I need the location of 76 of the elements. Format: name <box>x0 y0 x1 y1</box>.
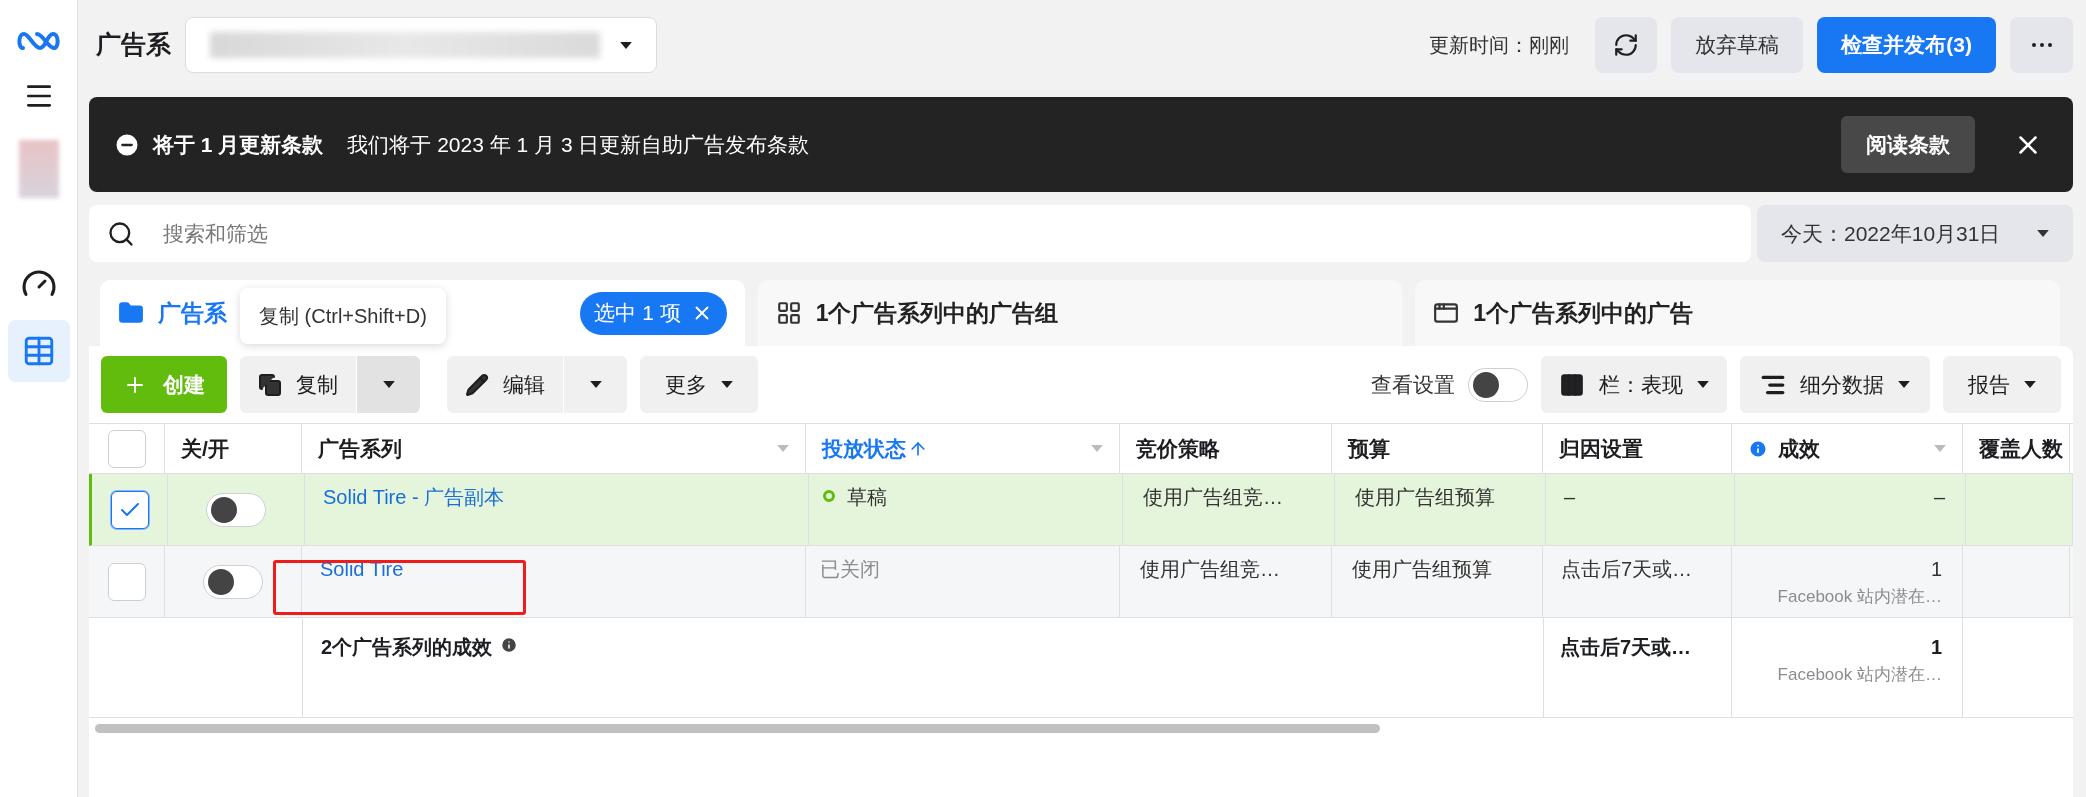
selected-count-badge[interactable]: 选中 1 项 <box>580 291 727 335</box>
column-header[interactable]: 竞价策略 <box>1120 424 1332 473</box>
edit-button[interactable]: 编辑 <box>447 356 564 413</box>
column-header[interactable]: 预算 <box>1332 424 1543 473</box>
tab[interactable]: 1个广告系列中的广告组 <box>757 280 1403 346</box>
caret-icon <box>382 381 395 388</box>
columns-icon <box>1559 371 1585 398</box>
toggle-switch[interactable] <box>1468 367 1528 402</box>
logo-icon <box>16 30 61 52</box>
summary-cell: 点击后7天或… <box>1560 636 1692 658</box>
campaign-link[interactable]: Solid Tire - 广告副本 <box>323 486 505 508</box>
table-cell-text: – <box>1933 485 1945 510</box>
table-cell: – <box>1564 486 1576 508</box>
status-text: 草稿 <box>847 485 887 510</box>
column-header[interactable]: 投放状态 <box>806 424 1120 473</box>
refresh-icon <box>1613 32 1640 58</box>
notice-title: 将于 1 月更新条款 <box>153 131 324 158</box>
caret-icon <box>2037 230 2049 237</box>
column-menu-icon <box>1091 445 1103 452</box>
table-cell: 使用广告组竞… <box>1140 558 1280 580</box>
column-header[interactable]: 覆盖人数 <box>1963 424 2070 473</box>
notice-text: 我们将于 2023 年 1 月 3 日更新自助广告发布条款 <box>347 131 810 158</box>
column-header[interactable]: 关/开 <box>165 424 302 473</box>
avatar-blur <box>18 140 59 198</box>
info-icon <box>500 636 519 654</box>
more-icon <box>2031 43 2052 47</box>
caret-icon <box>721 381 733 388</box>
result-type: Facebook 站内潜在… <box>1777 664 1942 686</box>
column-header[interactable]: 归因设置 <box>1543 424 1732 473</box>
duplicate-button[interactable]: 复制 <box>240 356 357 413</box>
summary-cell-text: 1 <box>1930 635 1942 660</box>
refresh-button[interactable] <box>1595 17 1658 73</box>
caret-icon <box>1697 381 1709 388</box>
page-title: 广告系 <box>95 29 171 61</box>
search-input[interactable]: 搜索和筛选 <box>163 217 1733 250</box>
caret-icon <box>2024 381 2036 388</box>
result-type: Facebook 站内潜在… <box>1777 586 1942 608</box>
table-cell: 使用广告组预算 <box>1352 558 1492 580</box>
more-actions-button[interactable]: 更多 <box>640 356 758 413</box>
table-cell: 点击后7天或… <box>1561 558 1693 580</box>
table-cell: 使用广告组竞… <box>1143 486 1283 508</box>
tooltip: 复制 (Ctrl+Shift+D) <box>240 288 446 344</box>
info-icon <box>1748 438 1768 459</box>
search-field[interactable]: 搜索和筛选 <box>89 205 1751 262</box>
caret-icon <box>620 41 632 49</box>
tab[interactable]: 1个广告系列中的广告 <box>1415 280 2060 346</box>
summary-label: 2个广告系列的成效 <box>321 635 493 660</box>
caret-icon <box>1898 381 1910 388</box>
table-cell-text: 1 <box>1930 557 1942 582</box>
scrollbar-thumb[interactable] <box>95 723 1380 733</box>
read-terms-button[interactable]: 阅读条款 <box>1841 116 1975 173</box>
column-header[interactable]: 成效 <box>1732 424 1963 473</box>
grid-icon <box>775 300 802 326</box>
window-icon <box>1433 300 1460 326</box>
toggle-switch[interactable] <box>203 564 263 599</box>
breakdown-button[interactable]: 细分数据 <box>1740 356 1930 413</box>
column-header[interactable]: 广告系列 <box>302 424 806 473</box>
discard-draft-button[interactable]: 放弃草稿 <box>1671 17 1804 73</box>
reports-button[interactable]: 报告 <box>1943 356 2061 413</box>
row-checkbox[interactable] <box>110 490 149 529</box>
view-settings-label: 查看设置 <box>1371 371 1455 398</box>
date-picker[interactable]: 今天：2022年10月31日 <box>1757 205 2073 262</box>
columns-button[interactable]: 栏：表现 <box>1541 356 1727 413</box>
publish-button[interactable]: 检查并发布(3) <box>1817 17 1996 73</box>
table-cell: 使用广告组预算 <box>1355 486 1495 508</box>
caret-icon <box>589 381 602 388</box>
toggle-switch[interactable] <box>206 492 266 527</box>
column-menu-icon <box>1934 445 1946 452</box>
update-time: 更新时间：刚刚 <box>1429 33 1570 58</box>
table-row[interactable]: Solid Tire - 广告副本 草稿 使用广告组竞… 使用广告组预算 – – <box>89 474 2073 546</box>
status-text: 已关闭 <box>820 557 880 582</box>
search-icon <box>107 219 135 248</box>
copy-icon <box>258 372 282 397</box>
column-menu-icon <box>777 445 789 452</box>
pencil-icon <box>465 372 489 397</box>
folder-icon <box>118 300 144 326</box>
